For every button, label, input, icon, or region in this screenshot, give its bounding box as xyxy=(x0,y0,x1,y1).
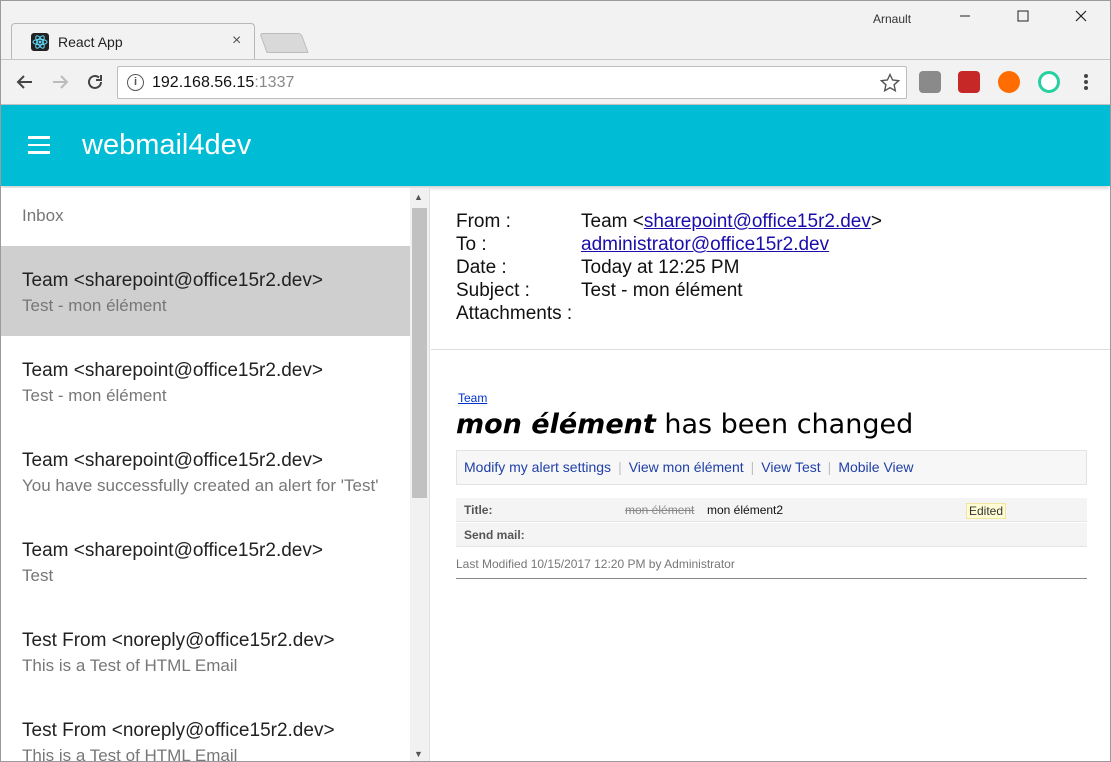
mail-subject: Test xyxy=(22,566,54,585)
app-bar: webmail4dev xyxy=(1,105,1110,186)
message-header: From : Team <sharepoint@office15r2.dev> T… xyxy=(431,188,1110,350)
from-label: From : xyxy=(456,211,511,232)
forward-icon xyxy=(53,75,69,89)
maximize-button[interactable] xyxy=(994,1,1052,31)
tab-close-icon[interactable]: × xyxy=(232,32,241,50)
url-host: 192.168.56.15 xyxy=(152,74,255,91)
mail-list-item[interactable]: Team <sharepoint@office15r2.dev> Test - … xyxy=(1,246,410,336)
site-link[interactable]: Team xyxy=(458,391,487,405)
mail-list-item[interactable]: Team <sharepoint@office15r2.dev> Test - … xyxy=(1,336,410,426)
minimize-icon xyxy=(960,15,970,17)
url-port: :1337 xyxy=(254,74,295,91)
address-bar[interactable]: i 192.168.56.15:1337 xyxy=(117,66,907,99)
header-date-row: Date : Today at 12:25 PM xyxy=(456,257,739,279)
mail-from: Team <sharepoint@office15r2.dev> xyxy=(22,540,323,561)
divider xyxy=(456,578,1087,579)
send-mail-label: Send mail: xyxy=(464,528,525,542)
mail-list-sidebar: Inbox Team <sharepoint@office15r2.dev> T… xyxy=(1,188,430,762)
edited-badge: Edited xyxy=(966,503,1007,519)
mail-subject: You have successfully created an alert f… xyxy=(22,476,379,495)
mail-from: Test From <noreply@office15r2.dev> xyxy=(22,720,335,741)
date-label: Date : xyxy=(456,257,507,278)
tab-title: React App xyxy=(58,34,123,50)
reload-button[interactable] xyxy=(81,68,109,96)
heading-item-name: mon élément xyxy=(456,409,656,440)
close-icon xyxy=(1075,10,1087,22)
view-list-link[interactable]: View Test xyxy=(761,459,820,475)
star-icon[interactable] xyxy=(880,73,900,93)
alert-heading: mon élément has been changed xyxy=(456,409,913,440)
subject-label: Subject : xyxy=(456,280,530,301)
link-separator: | xyxy=(750,459,755,475)
title-change-row: Title: mon élément mon élément2 Edited xyxy=(456,498,1087,522)
mail-subject: This is a Test of HTML Email xyxy=(22,656,238,675)
mail-list-item[interactable]: Team <sharepoint@office15r2.dev> You hav… xyxy=(1,426,410,516)
mobile-view-link[interactable]: Mobile View xyxy=(838,459,913,475)
url-text: 192.168.56.15:1337 xyxy=(152,74,294,92)
sidebar-scrollbar[interactable]: ▲ ▼ xyxy=(410,188,429,761)
title-bar: React App × Arnault xyxy=(1,1,1110,59)
minimize-button[interactable] xyxy=(936,1,994,31)
new-tab-button[interactable] xyxy=(259,33,309,53)
extension-red-icon[interactable] xyxy=(958,71,980,93)
scrollbar-thumb[interactable] xyxy=(412,208,427,498)
from-suffix: > xyxy=(870,211,882,232)
mail-list-item[interactable]: Team <sharepoint@office15r2.dev> Test xyxy=(1,516,410,606)
back-button[interactable] xyxy=(11,68,39,96)
menu-dots-icon[interactable] xyxy=(1083,73,1089,91)
close-window-button[interactable] xyxy=(1052,1,1110,31)
react-logo-icon xyxy=(31,33,49,51)
to-label: To : xyxy=(456,234,487,255)
mail-from: Team <sharepoint@office15r2.dev> xyxy=(22,450,323,471)
last-modified-text: Last Modified 10/15/2017 12:20 PM by Adm… xyxy=(456,557,735,571)
mail-subject: Test - mon élément xyxy=(22,296,167,315)
mail-subject: Test - mon élément xyxy=(22,386,167,405)
scroll-down-icon[interactable]: ▼ xyxy=(414,749,423,759)
attachments-label: Attachments : xyxy=(456,303,573,324)
back-icon xyxy=(16,75,32,89)
header-to-row: To : administrator@office15r2.dev xyxy=(456,234,829,256)
send-mail-row: Send mail: xyxy=(456,523,1087,547)
extension-green-icon[interactable] xyxy=(1038,71,1060,93)
info-icon[interactable]: i xyxy=(127,74,144,91)
header-from-row: From : Team <sharepoint@office15r2.dev> xyxy=(456,211,882,233)
title-field-label: Title: xyxy=(464,503,493,517)
view-item-link[interactable]: View mon élément xyxy=(629,459,744,475)
extension-gray-icon[interactable] xyxy=(919,71,941,93)
browser-toolbar: i 192.168.56.15:1337 xyxy=(1,59,1110,105)
heading-rest: has been changed xyxy=(655,409,914,440)
mail-list-item[interactable]: Test From <noreply@office15r2.dev> This … xyxy=(1,606,410,696)
header-attachments-row: Attachments : xyxy=(456,303,581,325)
to-email-link[interactable]: administrator@office15r2.dev xyxy=(581,234,829,255)
mail-from: Team <sharepoint@office15r2.dev> xyxy=(22,270,323,291)
modify-alert-link[interactable]: Modify my alert settings xyxy=(464,459,611,475)
extension-orange-icon[interactable] xyxy=(998,71,1020,93)
app-title: webmail4dev xyxy=(82,129,252,161)
date-value: Today at 12:25 PM xyxy=(581,257,740,278)
mail-subject: This is a Test of HTML Email xyxy=(22,746,238,762)
old-value: mon élément xyxy=(625,503,695,517)
inbox-label: Inbox xyxy=(22,206,64,225)
from-email-link[interactable]: sharepoint@office15r2.dev xyxy=(644,211,871,232)
mail-from: Test From <noreply@office15r2.dev> xyxy=(22,630,335,651)
browser-tab[interactable]: React App × xyxy=(11,23,255,59)
hamburger-menu-icon[interactable] xyxy=(28,136,52,154)
alert-links-bar: Modify my alert settings | View mon élémen… xyxy=(456,450,1087,485)
header-subject-row: Subject : Test - mon élément xyxy=(456,280,743,302)
forward-button[interactable] xyxy=(46,68,74,96)
subject-value: Test - mon élément xyxy=(581,280,743,301)
maximize-icon xyxy=(1017,10,1029,22)
link-separator: | xyxy=(618,459,622,475)
from-name: Team < xyxy=(581,211,644,232)
browser-window: React App × Arnault i 192.168.56.15:1337 xyxy=(0,0,1111,762)
mail-list-item[interactable]: Test From <noreply@office15r2.dev> This … xyxy=(1,696,410,762)
scroll-up-icon[interactable]: ▲ xyxy=(414,192,423,202)
mail-from: Team <sharepoint@office15r2.dev> xyxy=(22,360,323,381)
profile-name[interactable]: Arnault xyxy=(873,12,911,26)
link-separator: | xyxy=(827,459,832,475)
reload-icon xyxy=(88,74,102,89)
new-value: mon élément2 xyxy=(707,503,784,517)
